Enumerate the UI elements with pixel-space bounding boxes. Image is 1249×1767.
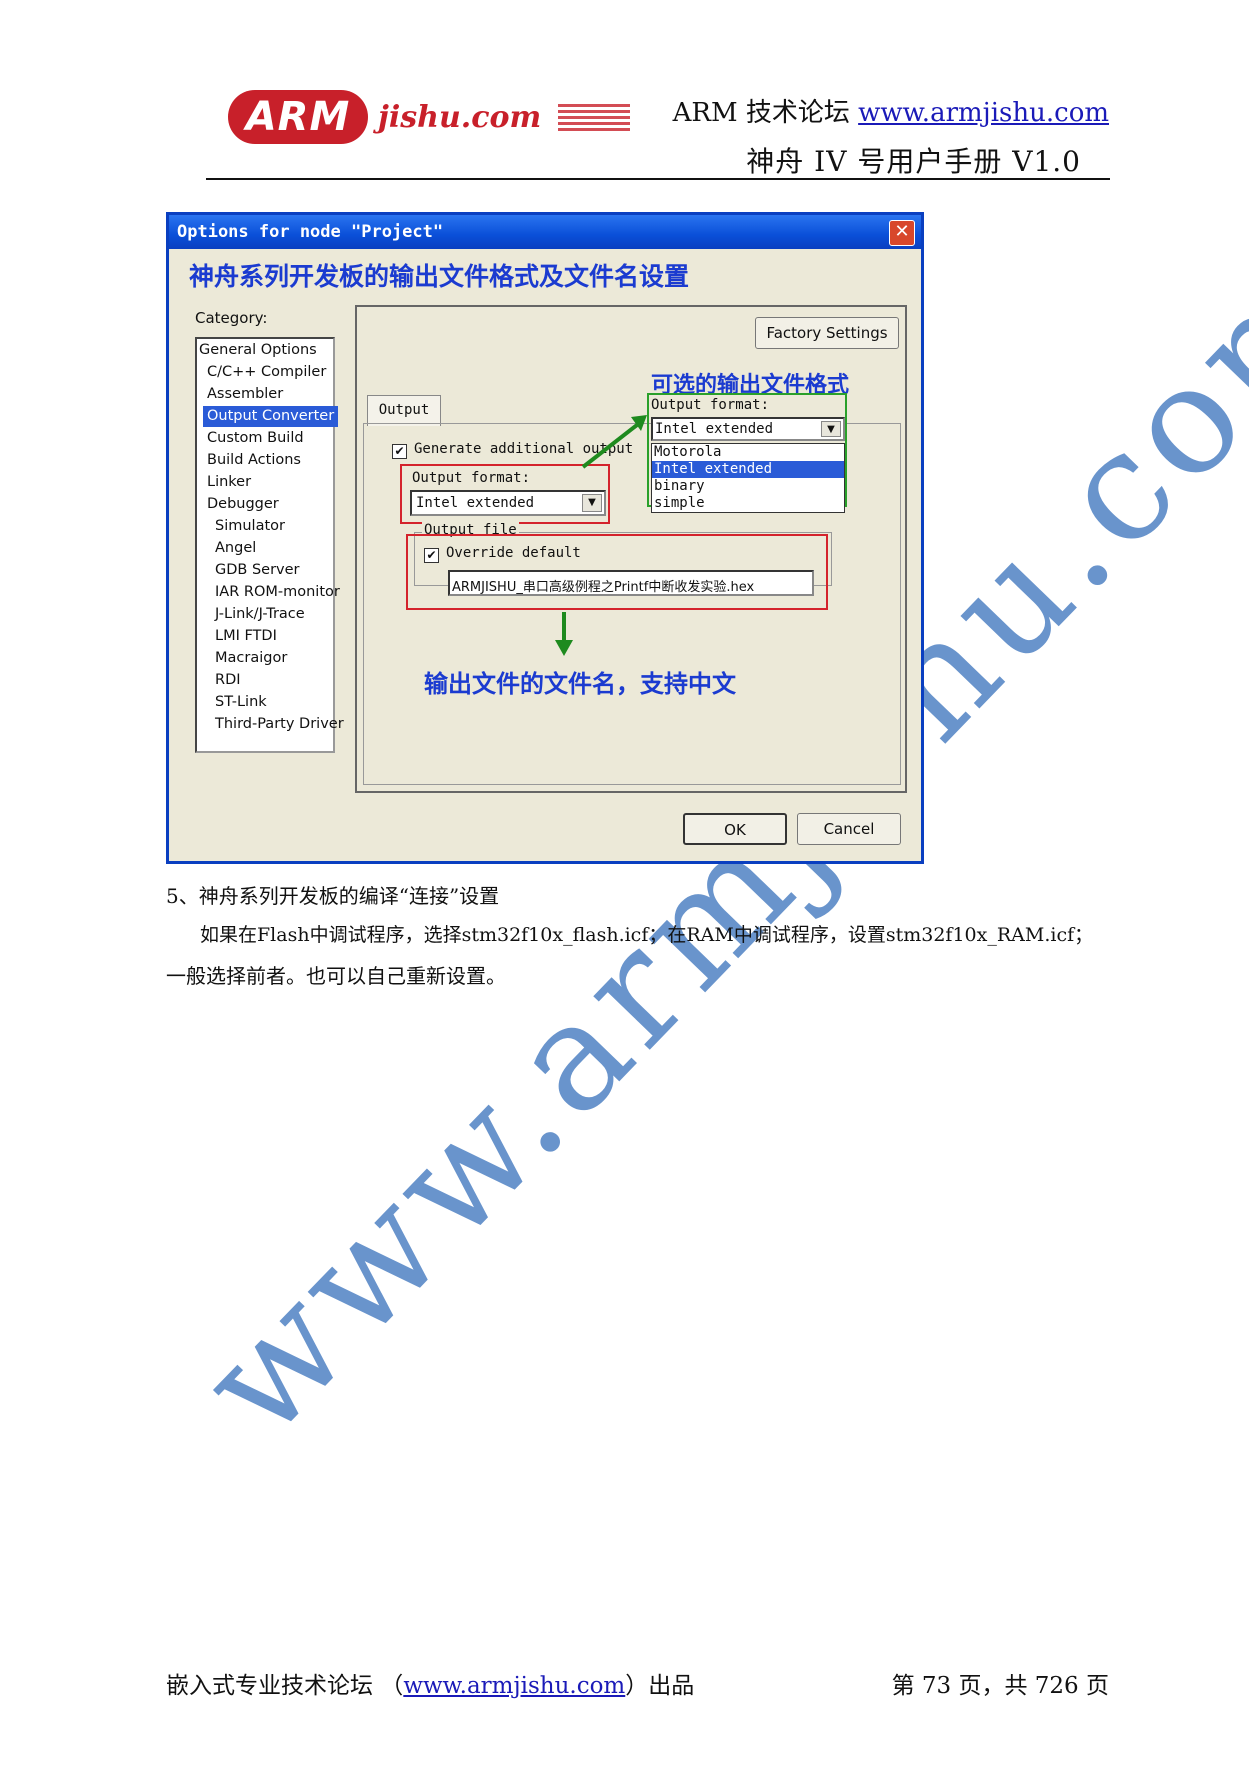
header-forum-line: ARM 技术论坛 www.armjishu.com <box>673 92 1109 129</box>
factory-settings-button[interactable]: Factory Settings <box>755 317 899 349</box>
ok-button[interactable]: OK <box>683 813 787 845</box>
filename-annotation: 输出文件的文件名，支持中文 <box>424 670 736 698</box>
header-divider <box>206 178 1110 180</box>
cancel-button[interactable]: Cancel <box>797 813 901 845</box>
category-item-c-compiler[interactable]: C/C++ Compiler <box>207 362 326 383</box>
category-item-macraigor[interactable]: Macraigor <box>215 648 287 669</box>
dropdown-format-select[interactable]: Intel extended ▼ <box>651 417 845 441</box>
header-forum-link[interactable]: www.armjishu.com <box>858 98 1109 128</box>
section-heading: 5、神舟系列开发板的编译“连接”设置 <box>166 884 500 908</box>
footer-forum-text: 嵌入式专业技术论坛 （ <box>166 1673 404 1699</box>
dropdown-format-value: Intel extended <box>655 421 774 437</box>
body-paragraph-line2: 一般选择前者。也可以自己重新设置。 <box>166 964 506 988</box>
format-dropdown-list[interactable]: Motorola Intel extended binary simple <box>651 443 845 513</box>
header-forum-name: ARM 技术论坛 <box>672 98 850 128</box>
options-dialog: Options for node "Project" ✕ 神舟系列开发板的输出文… <box>166 212 924 864</box>
category-item-angel[interactable]: Angel <box>215 538 256 559</box>
close-icon[interactable]: ✕ <box>889 220 915 246</box>
logo-streaks <box>558 104 630 134</box>
header-manual-title: 神舟 IV 号用户手册 V1.0 <box>746 145 1081 178</box>
category-item-output-converter[interactable]: Output Converter <box>203 406 339 427</box>
format-option-motorola[interactable]: Motorola <box>652 444 844 461</box>
category-item-simulator[interactable]: Simulator <box>215 516 285 537</box>
category-item-iar-rom-monitor[interactable]: IAR ROM-monitor <box>215 582 340 603</box>
dialog-banner-annotation: 神舟系列开发板的输出文件格式及文件名设置 <box>189 262 690 291</box>
down-arrow-icon <box>555 612 573 656</box>
footer-forum-link[interactable]: www.armjishu.com <box>403 1673 625 1699</box>
category-item-third-party-driver[interactable]: Third-Party Driver <box>215 714 344 735</box>
logo-suffix: jishu.com <box>378 100 542 135</box>
pointer-arrow-icon <box>581 415 647 469</box>
chevron-down-icon[interactable]: ▼ <box>821 421 841 437</box>
category-item-rdi[interactable]: RDI <box>215 670 241 691</box>
category-item-st-link[interactable]: ST-Link <box>215 692 267 713</box>
footer-produced-text: ）出品 <box>625 1673 695 1699</box>
settings-panel: Factory Settings 可选的输出文件格式 Output ✔ Gene… <box>355 305 907 793</box>
category-item-jlink[interactable]: J-Link/J-Trace <box>215 604 305 625</box>
category-item-gdb-server[interactable]: GDB Server <box>215 560 300 581</box>
category-label: Category: <box>195 309 268 327</box>
category-item-debugger[interactable]: Debugger <box>207 494 279 515</box>
dialog-title: Options for node "Project" <box>177 222 444 242</box>
filename-highlight-box <box>406 534 828 610</box>
format-option-binary[interactable]: binary <box>652 478 844 495</box>
footer-left: 嵌入式专业技术论坛 （www.armjishu.com）出品 <box>166 1666 694 1700</box>
format-option-simple[interactable]: simple <box>652 495 844 512</box>
category-item-build-actions[interactable]: Build Actions <box>207 450 301 471</box>
category-item-linker[interactable]: Linker <box>207 472 251 493</box>
category-list[interactable]: General Options C/C++ Compiler Assembler… <box>195 337 344 753</box>
category-item-lmi-ftdi[interactable]: LMI FTDI <box>215 626 277 647</box>
logo-arm-mark: ARM <box>228 90 368 144</box>
dropdown-format-label: Output format: <box>651 397 770 413</box>
category-item-assembler[interactable]: Assembler <box>207 384 283 405</box>
category-item-custom-build[interactable]: Custom Build <box>207 428 304 449</box>
category-item-general-options[interactable]: General Options <box>199 340 317 361</box>
dialog-titlebar: Options for node "Project" ✕ <box>169 215 921 249</box>
site-logo: ARM jishu.com <box>228 86 630 152</box>
format-highlight-box <box>400 464 610 524</box>
generate-output-checkbox[interactable]: ✔ <box>392 444 407 459</box>
format-option-intel-extended[interactable]: Intel extended <box>652 461 844 478</box>
tab-output[interactable]: Output <box>367 395 441 426</box>
body-paragraph-line1: 如果在Flash中调试程序，选择stm32f10x_flash.icf；在RAM… <box>200 924 1094 946</box>
page-number: 第 73 页，共 726 页 <box>891 1673 1109 1699</box>
